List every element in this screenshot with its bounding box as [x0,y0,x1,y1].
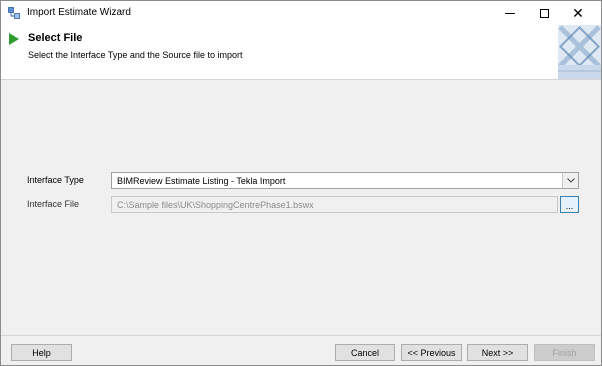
chevron-down-icon[interactable] [562,173,578,188]
interface-type-value: BIMReview Estimate Listing - Tekla Impor… [117,176,286,186]
interface-file-input[interactable] [111,196,558,213]
next-button[interactable]: Next >> [467,344,528,361]
wizard-banner-graphic [558,25,601,79]
minimize-icon [505,12,515,14]
window-title: Import Estimate Wizard [27,7,131,18]
finish-button[interactable]: Finish [534,344,595,361]
interface-file-label: Interface File [27,199,80,209]
browse-file-button[interactable]: ... [560,196,579,213]
step-subtitle: Select the Interface Type and the Source… [28,50,243,60]
interface-type-label: Interface Type [27,175,84,185]
wizard-footer: Help Cancel << Previous Next >> Finish [1,335,601,365]
maximize-button[interactable] [527,1,561,25]
interface-type-select[interactable]: BIMReview Estimate Listing - Tekla Impor… [111,172,579,189]
close-icon: ✕ [572,5,584,21]
close-button[interactable]: ✕ [561,1,595,25]
title-bar[interactable]: Import Estimate Wizard ✕ [1,1,601,25]
import-estimate-wizard-window: Import Estimate Wizard ✕ Select File Sel… [0,0,602,366]
previous-button[interactable]: << Previous [401,344,462,361]
minimize-button[interactable] [493,1,527,25]
wizard-app-icon [8,7,20,19]
cancel-button[interactable]: Cancel [335,344,395,361]
step-title: Select File [28,32,83,44]
help-button[interactable]: Help [11,344,72,361]
green-play-arrow-icon [9,33,19,45]
maximize-icon [539,8,549,18]
header-divider [1,79,601,80]
wizard-step-header: Select File Select the Interface Type an… [1,25,601,79]
